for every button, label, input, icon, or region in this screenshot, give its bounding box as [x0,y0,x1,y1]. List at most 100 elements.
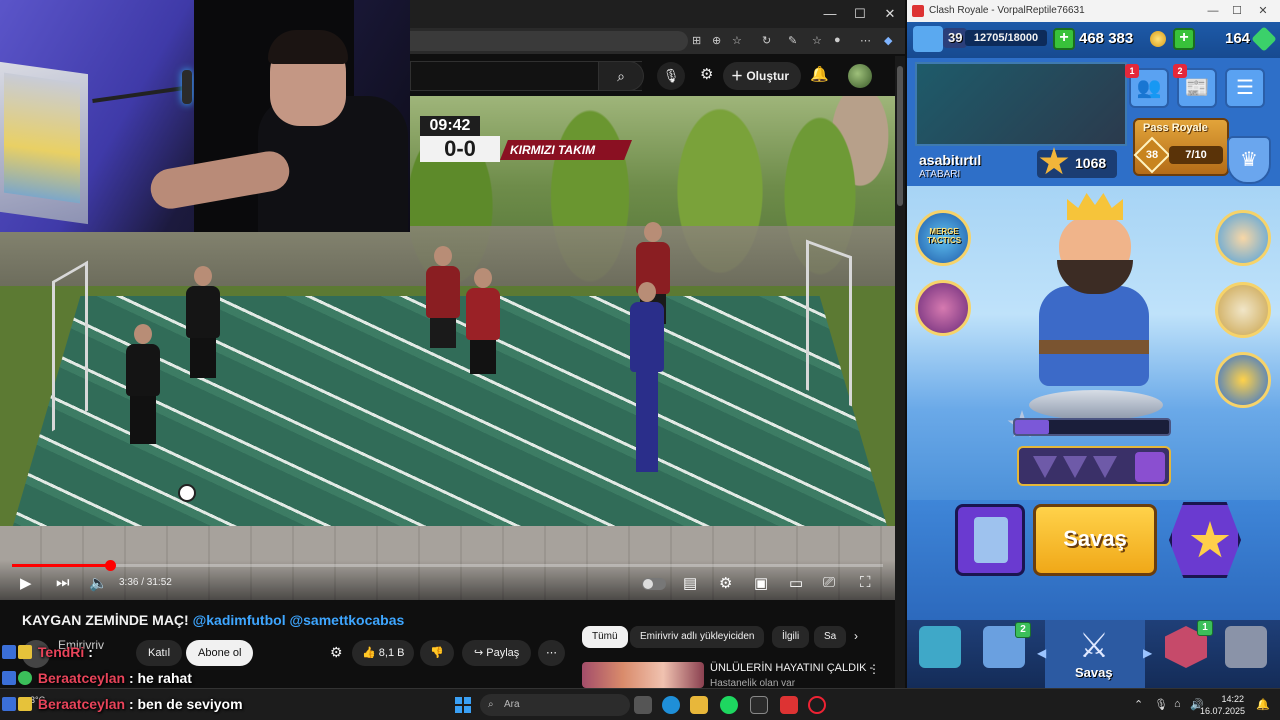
cast-settings-icon[interactable]: ⚙ [700,65,713,83]
copilot-icon[interactable]: ◆ [884,34,892,47]
news-button[interactable]: 📰 2 [1173,64,1217,108]
progress-scrubber[interactable] [105,560,117,571]
crown-icon[interactable]: ♛ [1227,136,1271,184]
nav-cards-icon[interactable]: 2 [983,622,1031,668]
share-button[interactable]: ↪ Paylaş [462,640,532,666]
page-scrollbar[interactable] [895,56,905,688]
chip-related[interactable]: İlgili [772,626,810,648]
volume-icon[interactable]: 🔈 [89,574,108,592]
clash-royale-taskbar-icon[interactable] [780,696,798,714]
file-explorer-icon[interactable] [690,696,708,714]
buy-gold-plus-button[interactable]: + [1173,28,1195,50]
play-icon[interactable]: ▶ [20,574,32,592]
chevron-right-icon[interactable]: › [854,629,858,643]
battle-button[interactable]: Savaş [1033,504,1157,576]
taskbar-clock[interactable]: 14:22 16.07.2025 [1200,693,1245,717]
maximize-icon[interactable]: ☐ [850,6,870,22]
nav-right-arrow-icon[interactable]: ▶ [1143,646,1152,660]
miniplayer-icon[interactable]: ▣ [754,574,768,592]
more-actions-button[interactable]: ⋯ [538,640,565,666]
king-card-icon [974,517,1008,563]
merge-tactics-button[interactable]: MERGE TACTICS [915,210,971,266]
player-banner[interactable] [915,62,1127,146]
chat-line: Beraatceylan : ben de seviyom [2,696,243,718]
crossed-swords-icon[interactable]: ⚔ [1073,626,1115,668]
video-title-mentions[interactable]: @kadimfutbol @samettkocabas [193,612,405,628]
settings-gear-icon[interactable]: ⚙ [719,574,732,592]
minimize-icon[interactable]: — [820,6,840,21]
more-menu-icon[interactable]: ⋯ [860,34,871,47]
trophy-counter[interactable]: 1068 [1037,147,1117,178]
obs-icon[interactable] [750,696,768,714]
chip-all[interactable]: Tümü [582,626,628,648]
cast-icon[interactable]: ⎚ [823,574,835,591]
dislike-button[interactable]: 👎 [420,640,454,666]
close-icon[interactable]: ✕ [1251,0,1275,22]
menu-hamburger-icon[interactable]: ☰ [1225,68,1265,108]
deck-button[interactable] [955,504,1025,576]
notifications-icon[interactable]: 🔔 [1256,698,1270,711]
like-button[interactable]: 👍 8,1 B [352,640,415,666]
subtitles-icon[interactable]: ▤ [683,574,697,592]
side-event-button-2[interactable] [1215,282,1271,338]
close-icon[interactable]: ✕ [880,6,900,22]
record-icon[interactable] [808,696,826,714]
autoplay-toggle[interactable] [642,578,666,590]
favorites-icon[interactable]: ☆ [812,34,822,47]
fullscreen-icon[interactable]: ⛶ [860,574,871,591]
tray-chevron-icon[interactable]: ⌃ [1134,698,1143,711]
maximize-icon[interactable]: ☐ [1225,0,1249,22]
special-event-button[interactable] [1169,502,1241,578]
star-points-icon[interactable] [1215,352,1271,408]
create-button[interactable]: ＋ Oluştur [723,62,802,90]
king-level-icon[interactable] [913,26,943,52]
chip-uploader[interactable]: Emirivriv adlı yükleyiciden [630,626,765,648]
recommended-title[interactable]: ÜNLÜLERİN HAYATINI ÇALDIK - [710,662,873,674]
spotify-icon[interactable] [720,696,738,714]
chip-more[interactable]: Sa [814,626,847,648]
player-name[interactable]: asabitırtıl [919,152,981,168]
url-field[interactable] [410,31,688,51]
clan-name[interactable]: ATABARI [919,169,960,180]
clash-royale-app-icon [912,5,924,17]
progress-bar[interactable] [12,560,883,571]
taskbar-search[interactable]: ⌕ Ara [480,694,630,716]
pass-royale-button[interactable]: Pass Royale 38 7/10 [1133,118,1229,176]
join-button[interactable]: Katıl [136,640,183,666]
refresh-icon[interactable]: ↻ [762,34,771,47]
gem-icon[interactable] [1251,26,1277,52]
search-icon[interactable]: ⌕ [598,61,644,91]
theater-mode-icon[interactable]: ▭ [789,574,803,592]
side-event-button-1[interactable] [1215,210,1271,266]
voice-search-icon[interactable]: 🎙 [657,62,685,90]
nav-events-icon[interactable] [1225,626,1267,668]
notifications-icon[interactable]: 🔔 [810,65,829,83]
event-mode-button[interactable] [915,280,971,336]
recommended-thumbnail[interactable] [582,662,704,688]
chest-icon[interactable] [1135,452,1165,482]
start-menu-icon[interactable] [455,697,471,713]
tray-network-icon[interactable]: ⌂ [1174,698,1181,710]
tray-mic-icon[interactable]: 🎙 [1154,698,1168,711]
profile-icon[interactable]: ● [834,34,841,46]
friends-button[interactable]: 👥 1 [1125,64,1169,108]
zoom-icon[interactable]: ⊕ [712,34,721,47]
subscribe-button[interactable]: Abone ol [186,640,254,666]
favorite-star-icon[interactable]: ☆ [732,34,742,47]
minimize-icon[interactable]: — [1201,0,1225,22]
nav-left-arrow-icon[interactable]: ◀ [1037,646,1046,660]
chest-slots[interactable] [1017,446,1171,486]
scroll-thumb[interactable] [897,66,903,206]
task-view-icon[interactable] [634,696,652,714]
next-icon[interactable]: ⏭ [56,574,70,591]
app-view-icon[interactable]: ⊞ [692,34,701,47]
buy-xp-plus-button[interactable]: + [1053,28,1075,50]
edge-icon[interactable] [662,696,680,714]
avatar[interactable] [848,64,872,88]
download-icon[interactable]: ⚙ [330,644,343,661]
recommended-video[interactable]: ÜNLÜLERİN HAYATINI ÇALDIK - Hastanelik o… [582,660,882,689]
extension-icon[interactable]: ✎ [788,34,797,47]
more-vert-icon[interactable]: ⋮ [868,662,880,676]
king-character[interactable] [1019,190,1169,410]
nav-shop-icon[interactable] [919,626,961,668]
